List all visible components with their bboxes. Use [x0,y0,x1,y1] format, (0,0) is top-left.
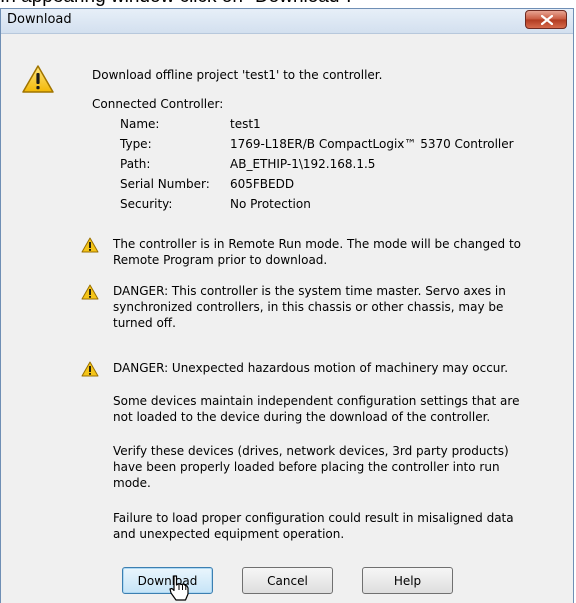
hazard-warning: DANGER: Unexpected hazardous motion of m… [113,361,509,375]
warning-icon [81,284,99,300]
paragraph-1-line-2: not loaded to the device during the down… [113,410,491,424]
header-message: Download offline project 'test1' to the … [92,68,383,82]
window-title: Download [7,12,72,27]
controller-heading: Connected Controller: [92,97,224,111]
paragraph-1-line-1: Some devices maintain independent config… [113,394,520,408]
paragraph-2-line-1: Verify these devices (drives, network de… [113,444,509,458]
paragraph-2-line-3: mode. [113,476,151,490]
serial-number-value: 605FBEDD [230,177,295,191]
help-button[interactable]: Help [362,567,453,594]
dialog-content: Download offline project 'test1' to the … [1,34,573,603]
warning-icon [22,65,54,93]
type-value: 1769-L18ER/B CompactLogix™ 5370 Controll… [230,137,514,151]
name-value: test1 [230,117,261,131]
name-label: Name: [120,117,160,131]
warning-icon [81,361,99,377]
path-value: AB_ETHIP-1\192.168.1.5 [230,157,376,171]
time-master-warning-line-2: synchronized controllers, in this chassi… [113,300,504,314]
time-master-warning-line-3: turned off. [113,316,176,330]
title-bar[interactable]: Download [1,9,573,34]
remote-run-warning-line-1: The controller is in Remote Run mode. Th… [113,237,522,251]
paragraph-3-line-2: and unexpected equipment operation. [113,527,345,541]
close-button[interactable] [525,10,567,29]
warning-icon [81,237,99,253]
close-icon [541,15,553,25]
path-label: Path: [120,157,151,171]
paragraph-2-line-2: have been properly loaded before placing… [113,460,500,474]
remote-run-warning-line-2: Remote Program prior to download. [113,253,328,267]
mouse-cursor-icon [169,575,189,601]
security-value: No Protection [230,197,311,211]
download-dialog: Download Download offline project 'test1… [0,8,574,603]
time-master-warning-line-1: DANGER: This controller is the system ti… [113,284,506,298]
serial-number-label: Serial Number: [120,177,210,191]
security-label: Security: [120,197,173,211]
cancel-button[interactable]: Cancel [242,567,333,594]
paragraph-3-line-1: Failure to load proper configuration cou… [113,511,514,525]
type-label: Type: [120,137,152,151]
